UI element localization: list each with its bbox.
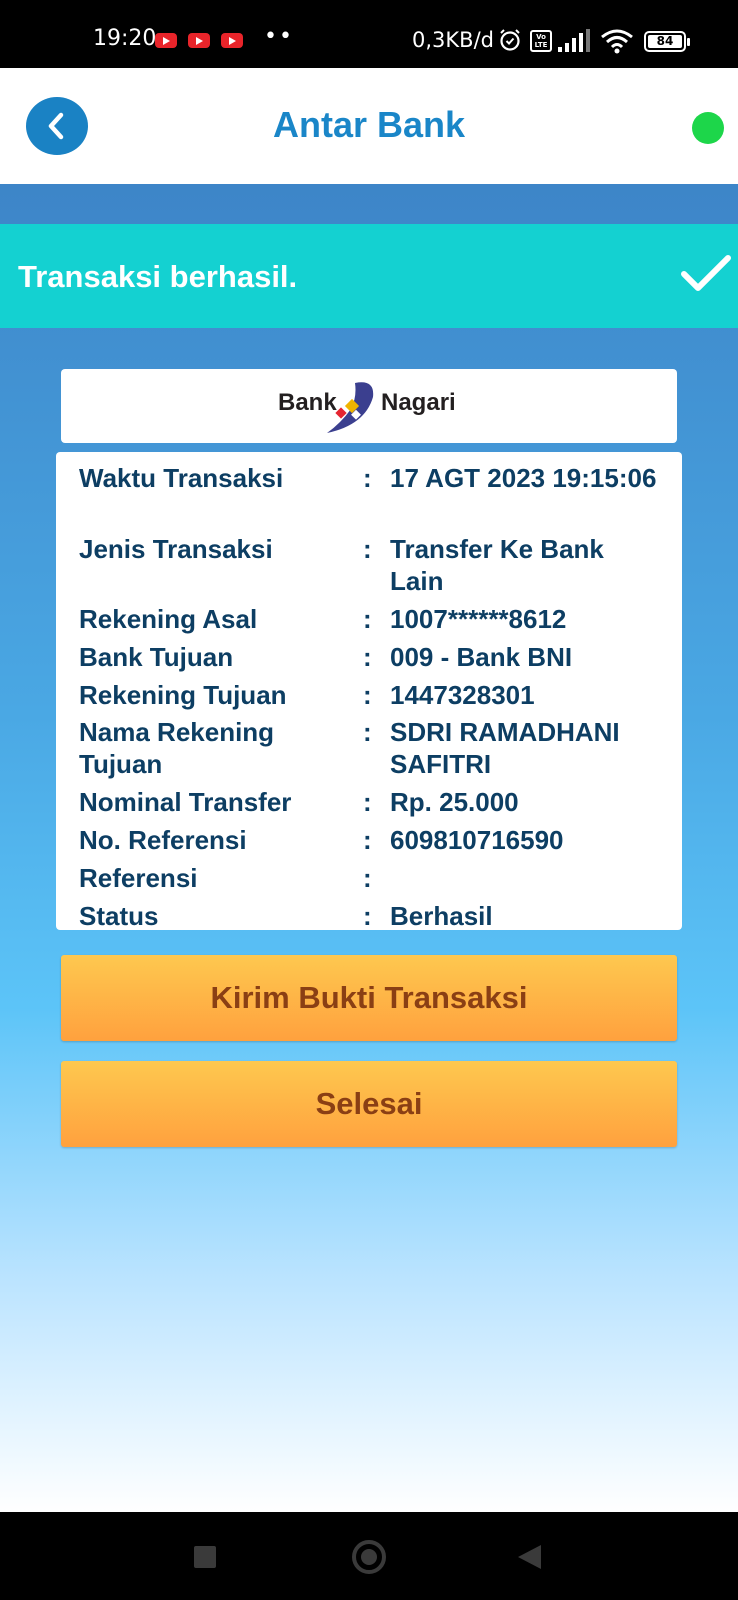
- battery-icon: 84: [644, 31, 690, 52]
- detail-separator: :: [363, 680, 372, 710]
- youtube-notification-icon: [188, 33, 210, 48]
- detail-value: Berhasil: [390, 901, 493, 931]
- success-banner: Transaksi berhasil.: [0, 224, 738, 328]
- volte-icon: Vo LTE: [530, 30, 552, 52]
- connection-status-indicator: [692, 112, 724, 144]
- checkmark-icon: [681, 255, 731, 291]
- status-time: 19:20: [93, 26, 157, 51]
- battery-level: 84: [648, 35, 682, 48]
- detail-separator: :: [363, 787, 372, 817]
- main-content: Transaksi berhasil. Bank Nagari Waktu Tr…: [0, 184, 738, 1512]
- detail-value: SDRI RAMADHANI SAFITRI: [390, 717, 620, 779]
- status-bar: 19:20 •• 0,3KB/d Vo LTE 84: [0, 0, 738, 68]
- detail-value: 1007******8612: [390, 604, 567, 634]
- recent-apps-icon[interactable]: [194, 1546, 216, 1568]
- detail-value: 17 AGT 2023 19:15:06: [390, 463, 657, 493]
- detail-separator: :: [363, 825, 372, 855]
- detail-label: Waktu Transaksi: [79, 463, 284, 493]
- detail-label: Rekening Tujuan: [79, 680, 287, 710]
- detail-label: Referensi: [79, 863, 198, 893]
- detail-value: 009 - Bank BNI: [390, 642, 573, 672]
- detail-separator: :: [363, 717, 372, 747]
- bank-nagari-logo-icon: [327, 382, 374, 433]
- done-button[interactable]: Selesai: [61, 1061, 677, 1147]
- detail-label: Bank Tujuan: [79, 642, 234, 672]
- wifi-icon: [601, 29, 633, 54]
- youtube-notification-icon: [221, 33, 243, 48]
- signal-icon: [558, 29, 590, 52]
- detail-label: No. Referensi: [79, 825, 247, 855]
- detail-separator: :: [363, 863, 372, 893]
- detail-separator: :: [363, 463, 372, 493]
- back-nav-icon[interactable]: [518, 1545, 541, 1569]
- alarm-icon: [500, 29, 520, 51]
- detail-separator: :: [363, 901, 372, 931]
- detail-value: 1447328301: [390, 680, 535, 710]
- system-nav-bar: [0, 1512, 738, 1600]
- bank-logo-card: Bank Nagari: [61, 369, 677, 443]
- app-header: Antar Bank: [0, 68, 738, 184]
- more-notifications-icon: ••: [264, 24, 294, 49]
- success-message: Transaksi berhasil.: [18, 259, 298, 294]
- bank-logo-text: Nagari: [381, 389, 456, 416]
- detail-separator: :: [363, 604, 372, 634]
- home-icon[interactable]: [352, 1540, 386, 1574]
- send-receipt-button[interactable]: Kirim Bukti Transaksi: [61, 955, 677, 1041]
- transaction-details: Waktu Transaksi : 17 AGT 2023 19:15:06 J…: [56, 452, 682, 931]
- detail-value: Rp. 25.000: [390, 787, 519, 817]
- page-title: Antar Bank: [272, 104, 466, 145]
- detail-label: Jenis Transaksi: [79, 534, 273, 564]
- detail-separator: :: [363, 642, 372, 672]
- detail-label: Rekening Asal: [79, 604, 258, 634]
- youtube-notification-icon: [155, 33, 177, 48]
- detail-label: Nominal Transfer: [79, 787, 292, 817]
- detail-separator: :: [363, 534, 372, 564]
- network-speed: 0,3KB/d: [412, 28, 494, 52]
- detail-value: Transfer Ke Bank Lain: [390, 534, 604, 596]
- detail-value: 609810716590: [390, 825, 564, 855]
- detail-label: Nama Rekening Tujuan: [79, 717, 275, 779]
- detail-label: Status: [79, 901, 159, 931]
